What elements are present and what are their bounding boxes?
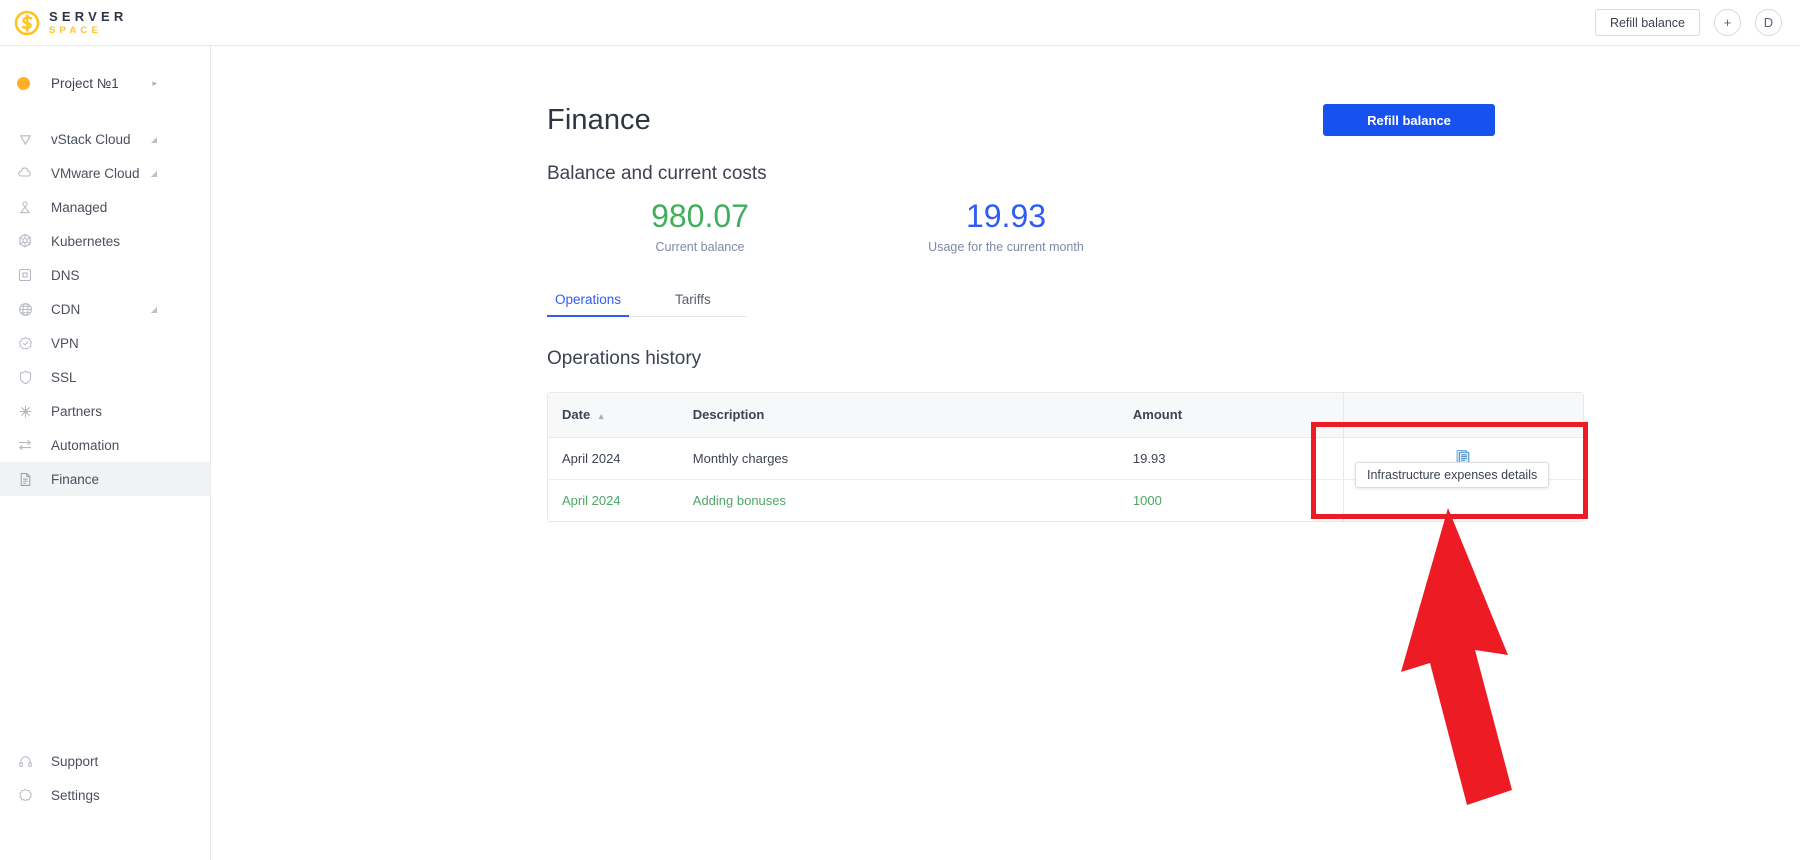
column-header-amount[interactable]: Amount (1118, 393, 1344, 438)
annotation-arrow-icon (1401, 508, 1512, 805)
sidebar-item-label: Finance (51, 471, 100, 487)
sidebar-item-dns[interactable]: DNS (0, 258, 210, 292)
balance-stats: 980.07 Current balance 19.93 Usage for t… (211, 198, 1800, 255)
sidebar-item-label: SSL (51, 369, 77, 385)
automation-icon (17, 437, 33, 453)
cloud-icon (17, 165, 33, 181)
add-button[interactable]: + (1714, 9, 1741, 36)
sidebar-item-label: CDN (51, 301, 81, 317)
cell-amount: 1000 (1132, 492, 1162, 508)
sidebar-item-vpn[interactable]: VPN (0, 326, 210, 360)
cell-date: April 2024 (548, 437, 679, 480)
chevron-expand-icon: ◢ (150, 168, 157, 178)
document-icon (17, 471, 33, 487)
app-root: SERVER SPACE Refill balance + D Project … (0, 0, 1800, 860)
sidebar: Project №1 ▸ vStack Cloud ◢ VMware Cloud… (0, 46, 211, 860)
operations-table: Date ▴ Description Amount April 2024 Mon… (547, 392, 1584, 523)
chevron-right-icon: ▸ (152, 77, 157, 88)
vpn-badge-icon (17, 335, 33, 351)
operations-history-title: Operations history (547, 348, 702, 370)
brand-wordmark: SERVER SPACE (49, 10, 127, 36)
serverspace-logo-icon (14, 10, 40, 36)
chevron-expand-icon: ◢ (150, 134, 157, 144)
monthly-usage-caption: Usage for the current month (928, 240, 1084, 255)
column-header-description[interactable]: Description (678, 393, 1119, 438)
sidebar-project-selector[interactable]: Project №1 ▸ (0, 66, 210, 100)
sidebar-item-finance[interactable]: Finance (0, 462, 210, 496)
sidebar-item-automation[interactable]: Automation (0, 428, 210, 462)
sidebar-item-vmware-cloud[interactable]: VMware Cloud ◢ (0, 156, 210, 190)
sidebar-item-label: Managed (51, 199, 108, 215)
sidebar-item-support[interactable]: Support (0, 744, 210, 778)
avatar[interactable]: D (1755, 9, 1782, 36)
sidebar-item-settings[interactable]: Settings (0, 778, 210, 812)
page-header: Finance Refill balance (211, 104, 1800, 137)
current-balance-caption: Current balance (655, 240, 745, 255)
refill-balance-button[interactable]: Refill balance (1323, 104, 1495, 136)
brand-line-1: SERVER (49, 8, 128, 24)
table-header-row: Date ▴ Description Amount (548, 393, 1583, 438)
sidebar-item-partners[interactable]: Partners (0, 394, 210, 428)
sidebar-item-label: Support (51, 753, 99, 769)
shield-icon (17, 369, 33, 385)
partners-icon (17, 403, 33, 419)
sidebar-item-label: VMware Cloud (51, 165, 140, 181)
sidebar-item-kubernetes[interactable]: Kubernetes (0, 224, 210, 258)
sidebar-item-label: Kubernetes (51, 233, 121, 249)
stat-current-balance: 980.07 Current balance (547, 198, 853, 255)
dns-icon (17, 267, 33, 283)
column-header-date-label: Date (562, 407, 591, 423)
sidebar-nav: vStack Cloud ◢ VMware Cloud ◢ Managed Ku… (0, 122, 210, 496)
sidebar-item-label: Partners (51, 403, 103, 419)
main-content: Finance Refill balance Balance and curre… (211, 46, 1800, 523)
sidebar-item-label: Settings (51, 787, 100, 803)
sidebar-item-cdn[interactable]: CDN ◢ (0, 292, 210, 326)
vstack-icon (17, 131, 33, 147)
top-bar: SERVER SPACE Refill balance + D (0, 0, 1800, 46)
gear-icon (17, 787, 33, 803)
sidebar-bottom-nav: Support Settings (0, 744, 210, 812)
column-header-date[interactable]: Date ▴ (548, 393, 679, 438)
stat-monthly-usage: 19.93 Usage for the current month (853, 198, 1159, 255)
sidebar-item-label: Automation (51, 437, 120, 453)
managed-icon (17, 199, 33, 215)
tab-operations[interactable]: Operations (547, 292, 630, 318)
current-balance-value: 980.07 (651, 198, 749, 234)
topbar-refill-balance-button[interactable]: Refill balance (1594, 9, 1700, 36)
sidebar-item-label: vStack Cloud (51, 131, 131, 147)
sidebar-item-label: DNS (51, 267, 80, 283)
infrastructure-expenses-tooltip: Infrastructure expenses details (1355, 462, 1550, 488)
sidebar-item-label: VPN (51, 335, 79, 351)
sidebar-item-managed[interactable]: Managed (0, 190, 210, 224)
cell-date: April 2024 (562, 492, 621, 508)
brand-logo[interactable]: SERVER SPACE (14, 10, 127, 36)
cell-amount: 19.93 (1118, 437, 1344, 480)
page-title: Finance (547, 104, 651, 136)
column-header-actions (1343, 393, 1583, 438)
headset-icon (17, 753, 33, 769)
tab-tariffs[interactable]: Tariffs (667, 292, 719, 316)
kubernetes-icon (17, 233, 33, 249)
project-dot-icon (17, 76, 30, 90)
brand-line-2: SPACE (49, 24, 103, 36)
sidebar-item-vstack-cloud[interactable]: vStack Cloud ◢ (0, 122, 210, 156)
top-bar-actions: Refill balance + D (1594, 9, 1782, 36)
sort-ascending-icon: ▴ (598, 411, 604, 422)
cell-description: Monthly charges (678, 437, 1119, 480)
sidebar-item-ssl[interactable]: SSL (0, 360, 210, 394)
cell-description: Adding bonuses (692, 492, 787, 508)
cdn-globe-icon (17, 301, 33, 317)
finance-tabs: Operations Tariffs (547, 292, 747, 318)
chevron-expand-icon: ◢ (150, 304, 157, 314)
sidebar-project-label: Project №1 (51, 75, 119, 91)
monthly-usage-value: 19.93 (965, 198, 1047, 234)
balance-section-title: Balance and current costs (547, 163, 767, 184)
